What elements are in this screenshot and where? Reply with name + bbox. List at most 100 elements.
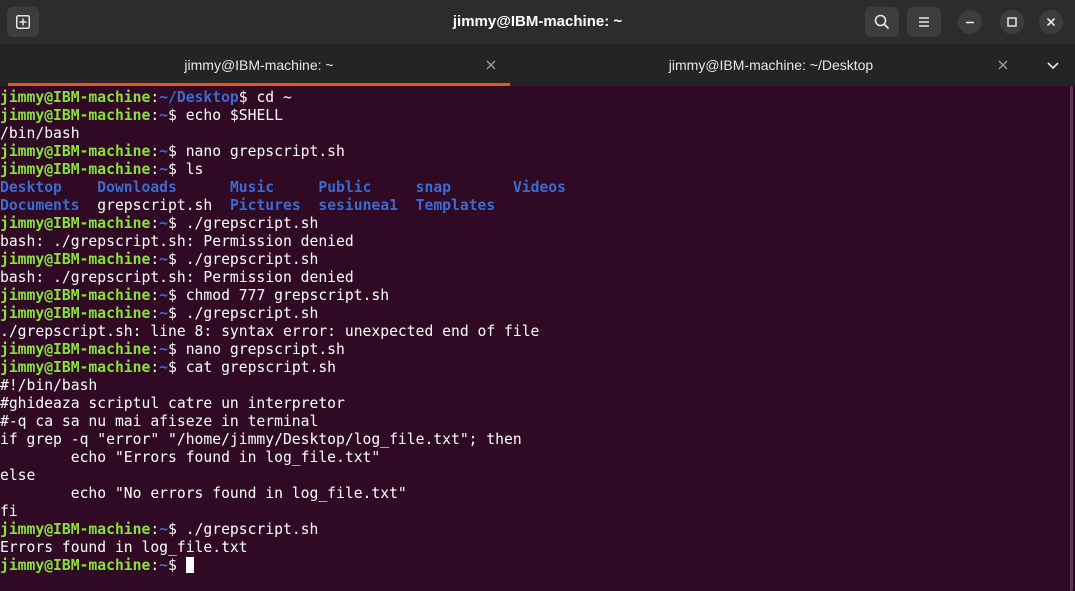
tab-home[interactable]: jimmy@IBM-machine: ~ [8, 44, 510, 86]
ls-output-line: Documents grepscript.sh Pictures sesiune… [0, 197, 1068, 215]
output-text: /bin/bash [0, 125, 80, 142]
file-entry [371, 179, 415, 196]
terminal-output[interactable]: jimmy@IBM-machine:~/Desktop$ cd ~ jimmy@I… [0, 89, 1068, 591]
directory-entry: Templates [415, 197, 496, 214]
command-text: ./grepscript.sh [185, 215, 319, 232]
file-entry [451, 179, 513, 196]
output-line: Errors found in log_file.txt [0, 539, 1068, 557]
prompt-suffix: $ [168, 359, 186, 376]
output-text: #!/bin/bash [0, 377, 98, 394]
scrollbar-thumb[interactable] [1070, 86, 1073, 591]
prompt-user-host: jimmy@IBM-machine [0, 287, 151, 304]
output-line: ./grepscript.sh: line 8: syntax error: u… [0, 323, 1068, 341]
maximize-icon [1007, 17, 1017, 27]
file-entry [274, 179, 318, 196]
prompt-line: jimmy@IBM-machine:~$ ls [0, 161, 1068, 179]
prompt-user-host: jimmy@IBM-machine [0, 215, 151, 232]
file-entry [212, 197, 230, 214]
file-entry [88, 179, 97, 196]
output-line: echo "No errors found in log_file.txt" [0, 485, 1068, 503]
directory-entry: Public [318, 179, 372, 196]
close-window-button[interactable] [1039, 10, 1063, 34]
prompt-user-host: jimmy@IBM-machine [0, 251, 151, 268]
file-entry: grepscript.sh [97, 197, 213, 214]
command-text: ./grepscript.sh [185, 305, 319, 322]
command-text: chmod 777 grepscript.sh [185, 287, 390, 304]
prompt-line: jimmy@IBM-machine:~$ cat grepscript.sh [0, 359, 1068, 377]
prompt-line: jimmy@IBM-machine:~$ [0, 557, 1068, 575]
tab-desktop[interactable]: jimmy@IBM-machine: ~/Desktop [520, 44, 1022, 86]
prompt-separator: : [150, 359, 160, 376]
prompt-separator: : [150, 161, 160, 178]
directory-entry: Videos [512, 179, 566, 196]
output-text: fi [0, 503, 18, 520]
prompt-suffix: $ [168, 107, 186, 124]
prompt-path: ~ [159, 143, 169, 160]
prompt-separator: : [150, 107, 160, 124]
prompt-suffix: $ [168, 287, 186, 304]
hamburger-menu-icon [919, 17, 929, 27]
prompt-line: jimmy@IBM-machine:~$ echo $SHELL [0, 107, 1068, 125]
prompt-suffix: $ [238, 89, 257, 106]
minimize-button[interactable] [958, 10, 982, 34]
prompt-line: jimmy@IBM-machine:~$ nano grepscript.sh [0, 341, 1068, 359]
directory-entry: Documents [0, 197, 80, 214]
search-button[interactable] [865, 7, 899, 37]
close-icon[interactable] [997, 59, 1009, 71]
directory-entry: Desktop [0, 179, 89, 196]
file-entry [301, 197, 319, 214]
file-entry [186, 179, 230, 196]
prompt-suffix: $ [168, 215, 186, 232]
output-text: #ghideaza scriptul catre un interpretor [0, 395, 345, 412]
prompt-line: jimmy@IBM-machine:~/Desktop$ cd ~ [0, 89, 1068, 107]
prompt-line: jimmy@IBM-machine:~$ ./grepscript.sh [0, 305, 1068, 323]
output-text: bash: ./grepscript.sh: Permission denied [0, 269, 354, 286]
output-line: if grep -q "error" "/home/jimmy/Desktop/… [0, 431, 1068, 449]
prompt-separator: : [150, 341, 160, 358]
directory-entry: snap [415, 179, 452, 196]
prompt-user-host: jimmy@IBM-machine [0, 161, 151, 178]
text-cursor [185, 557, 194, 573]
command-text: nano grepscript.sh [185, 341, 345, 358]
close-icon[interactable] [485, 59, 497, 71]
prompt-path: ~ [159, 287, 169, 304]
prompt-user-host: jimmy@IBM-machine [0, 89, 151, 106]
file-entry [80, 197, 98, 214]
output-text: echo "Errors found in log_file.txt" [0, 449, 381, 466]
prompt-suffix: $ [168, 251, 186, 268]
output-line: echo "Errors found in log_file.txt" [0, 449, 1068, 467]
directory-entry: sesiunea1 [318, 197, 398, 214]
output-text: #-q ca sa nu mai afiseze in terminal [0, 413, 319, 430]
new-tab-button[interactable] [7, 7, 39, 37]
new-tab-icon [16, 15, 30, 29]
search-icon [874, 14, 890, 30]
output-text: echo "No errors found in log_file.txt" [0, 485, 407, 502]
command-text: nano grepscript.sh [185, 143, 345, 160]
active-tab-indicator [8, 83, 510, 86]
output-text: ./grepscript.sh: line 8: syntax error: u… [0, 323, 540, 340]
prompt-line: jimmy@IBM-machine:~$ ./grepscript.sh [0, 215, 1068, 233]
prompt-user-host: jimmy@IBM-machine [0, 107, 151, 124]
menu-button[interactable] [907, 7, 941, 37]
prompt-user-host: jimmy@IBM-machine [0, 305, 151, 322]
prompt-path: ~ [159, 359, 169, 376]
maximize-button[interactable] [1000, 10, 1024, 34]
prompt-separator: : [150, 251, 160, 268]
command-text: ./grepscript.sh [185, 521, 319, 538]
chevron-down-icon[interactable] [1046, 61, 1060, 71]
title-bar: jimmy@IBM-machine: ~ [0, 0, 1075, 44]
prompt-path: ~ [159, 215, 169, 232]
prompt-path: ~ [159, 161, 169, 178]
prompt-suffix: $ [168, 341, 186, 358]
prompt-suffix: $ [168, 521, 186, 538]
directory-entry: Downloads [97, 179, 186, 196]
prompt-suffix: $ [168, 161, 186, 178]
prompt-path: ~ [159, 557, 169, 574]
tab-label: jimmy@IBM-machine: ~ [184, 57, 334, 73]
prompt-separator: : [150, 215, 160, 232]
output-line: fi [0, 503, 1068, 521]
prompt-user-host: jimmy@IBM-machine [0, 521, 151, 538]
prompt-separator: : [150, 89, 160, 106]
output-line: #ghideaza scriptul catre un interpretor [0, 395, 1068, 413]
directory-entry: Pictures [229, 197, 301, 214]
